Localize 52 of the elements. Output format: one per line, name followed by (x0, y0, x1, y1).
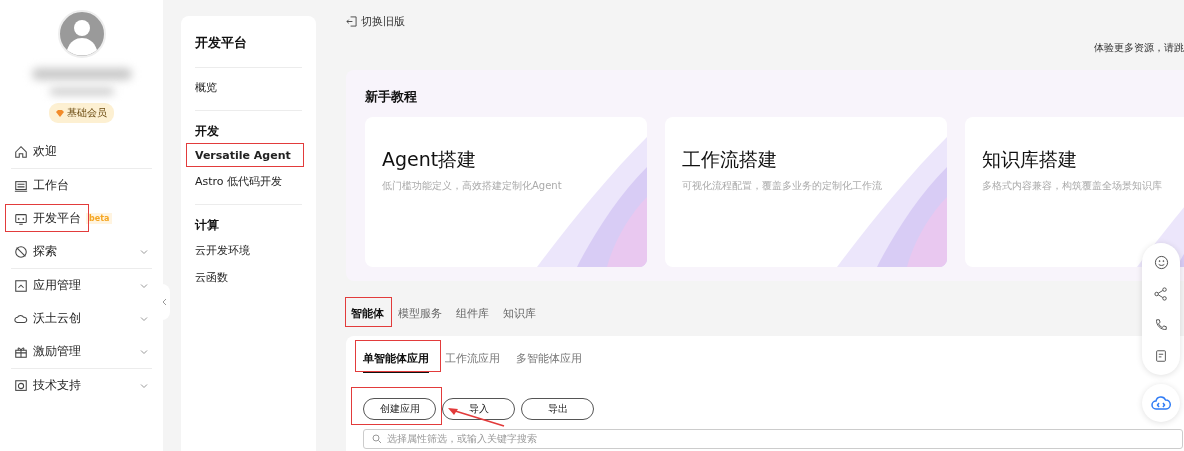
member-badge: 基础会员 (49, 103, 114, 123)
home-icon (14, 144, 28, 159)
search-placeholder: 选择属性筛选，或输入关键字搜索 (387, 432, 537, 446)
keyboard-icon (14, 178, 28, 193)
sidebar-item[interactable]: 技术支持 (11, 369, 152, 402)
exit-icon (346, 16, 357, 27)
sidebar-item[interactable]: 激励管理 (11, 335, 152, 368)
tutorial-card[interactable]: 知识库搭建 多格式内容兼容，构筑覆盖全场景知识库 (965, 117, 1184, 267)
cloud-code-icon (1151, 395, 1171, 411)
subnav-item[interactable]: 云函数 (195, 264, 228, 291)
notice-text: 体验更多资源，请跳 (1094, 41, 1184, 55)
search-icon (372, 434, 382, 444)
subnav-title: 开发平台 (195, 34, 302, 68)
action-button[interactable]: 导出 (521, 398, 594, 420)
subnav-item[interactable]: Versatile Agent (195, 143, 291, 168)
action-button[interactable]: 创建应用 (363, 398, 436, 420)
subtab[interactable]: 单智能体应用 (363, 346, 429, 373)
sidebar-item[interactable]: 开发平台 beta (11, 202, 152, 235)
card-title: 工作流搭建 (682, 147, 778, 172)
sidebar-item[interactable]: 应用管理 (11, 269, 152, 302)
switch-old-version-link[interactable]: 切换旧版 (346, 14, 1184, 29)
subtab[interactable]: 多智能体应用 (516, 346, 582, 373)
tab[interactable]: 智能体 (351, 301, 384, 326)
card-title: 知识库搭建 (982, 147, 1078, 172)
sidebar-item[interactable]: 沃土云创 (11, 302, 152, 335)
app-icon (14, 278, 28, 293)
collapse-handle[interactable] (160, 284, 170, 320)
card-description: 多格式内容兼容，构筑覆盖全场景知识库 (982, 179, 1163, 193)
subnav-heading: 开发 (195, 123, 220, 140)
subnav-item[interactable]: 云开发环境 (195, 237, 250, 264)
card-description: 低门槛功能定义，高效搭建定制化Agent (382, 179, 563, 193)
tab[interactable]: 知识库 (503, 301, 536, 326)
sidebar-item[interactable]: 探索 (11, 235, 152, 268)
tutorial-card[interactable]: 工作流搭建 可视化流程配置，覆盖多业务的定制化工作流 (665, 117, 947, 267)
subnav-item[interactable]: Astro 低代码开发 (195, 168, 283, 195)
beta-tag: beta (86, 213, 113, 224)
gift-icon (14, 344, 28, 359)
tutorial-card[interactable]: Agent搭建 低门槛功能定义，高效搭建定制化Agent (365, 117, 647, 267)
tab[interactable]: 模型服务 (398, 301, 442, 326)
action-button[interactable]: 导入 (442, 398, 515, 420)
sidebar-item[interactable]: 欢迎 (11, 135, 152, 168)
card-title: Agent搭建 (382, 147, 478, 172)
sidebar-item[interactable]: 工作台 (11, 169, 152, 202)
section-title: 新手教程 (365, 88, 418, 106)
monitor-icon (14, 211, 28, 226)
blurred-id (49, 88, 114, 95)
subnav-item[interactable]: 概览 (195, 74, 217, 101)
subnav-heading: 计算 (195, 217, 220, 234)
card-description: 可视化流程配置，覆盖多业务的定制化工作流 (682, 179, 883, 193)
subtab[interactable]: 工作流应用 (445, 346, 500, 373)
tab[interactable]: 组件库 (456, 301, 489, 326)
avatar (57, 10, 106, 58)
